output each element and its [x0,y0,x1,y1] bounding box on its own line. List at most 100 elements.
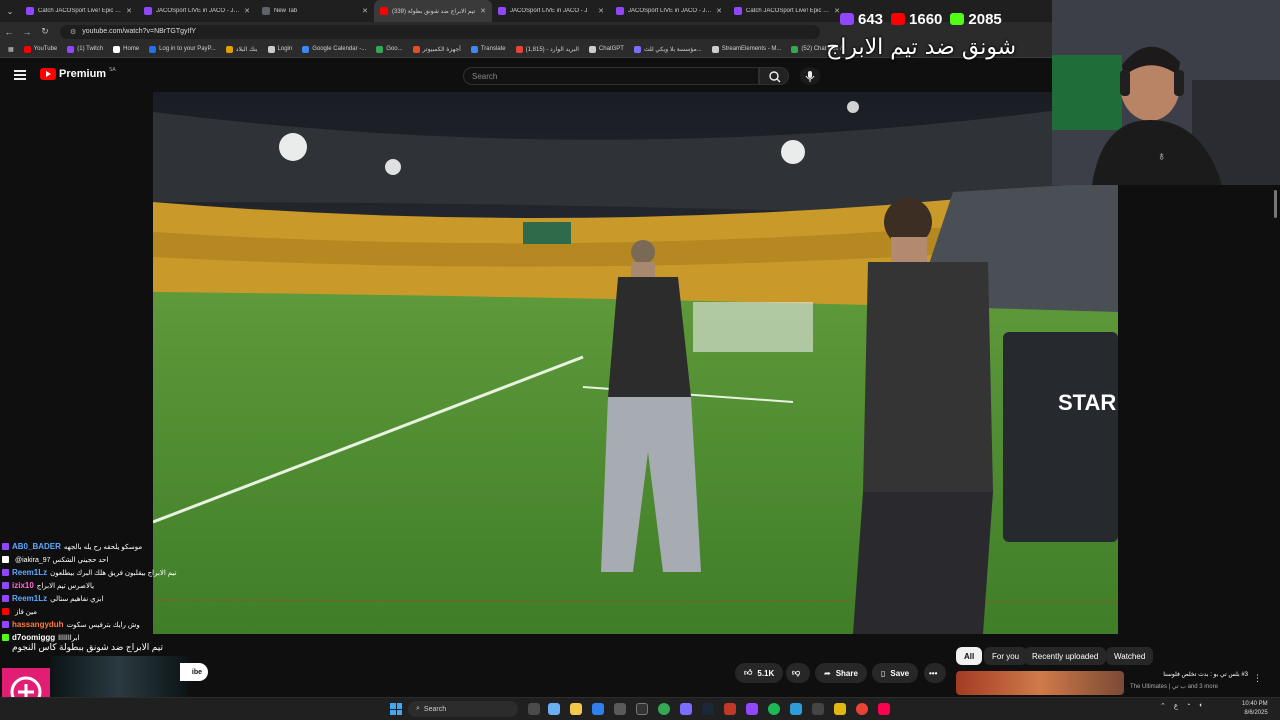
browser-tab[interactable]: New Tab ✕ [256,0,374,22]
bookmark-item[interactable]: Log in to your PayP... [145,45,220,53]
browser-tab[interactable]: Catch JACOSport Live! Epic Sp ✕ [20,0,138,22]
browser-tab[interactable]: (339) تيم الابراج ضد شونق بطولة ✕ [374,0,492,22]
bookmark-item[interactable]: (1,815) - البريد الوارد [512,45,583,53]
search-button[interactable] [759,67,789,85]
app-icon-7[interactable] [856,703,868,715]
tab-close-icon[interactable]: ✕ [716,7,722,15]
bookmark-item[interactable]: Translate [467,45,510,53]
tab-favicon-icon [26,7,34,15]
chat-message: hassangyduh وش رايك بترفيس سكوت [2,618,226,631]
bookmark-item[interactable]: (1) Twitch [63,45,107,53]
edge-icon[interactable] [592,703,604,715]
tab-close-icon[interactable]: ✕ [480,7,486,15]
menu-icon[interactable] [14,70,26,80]
tray-chevron-icon[interactable]: ⌃ [1160,702,1166,710]
steam-icon[interactable] [702,703,714,715]
chip-all[interactable]: All [956,647,983,665]
chat-username[interactable]: d7oomiggg [12,633,55,642]
tab-close-icon[interactable]: ✕ [126,7,132,15]
twitch-app-icon[interactable] [746,703,758,715]
chip-watched[interactable]: Watched [1106,647,1154,665]
share-button[interactable]: ➦ Share [815,663,867,683]
video-player[interactable]: STAR [153,92,1118,634]
save-button[interactable]: ▯ Save [872,663,918,683]
chat-username[interactable]: AB0_BADER [12,542,61,551]
chat-username[interactable]: Reem1Lz [12,568,47,577]
tab-favicon-icon [616,7,624,15]
youtube-logo[interactable]: Premium SA [40,67,116,80]
twitch-icon [840,13,854,25]
bookmark-item[interactable]: أجهزة الكمبيوتر [409,45,465,53]
app-icon-3[interactable] [724,703,736,715]
chip-recently-uploaded[interactable]: Recently uploaded [1024,647,1107,665]
bookmark-item[interactable]: ChatGPT [585,45,628,53]
browser-tab[interactable]: Catch JACOSport Live! Epic Sp ✕ [728,0,846,22]
bookmark-favicon-icon [267,45,275,53]
chat-username[interactable]: Reem1Lz [12,594,47,603]
spotify-icon[interactable] [768,703,780,715]
chip-for-you[interactable]: For you [984,647,1028,665]
app-icon-4[interactable] [790,703,802,715]
reload-icon[interactable]: ↻ [36,26,54,37]
youtube-icon [891,13,906,25]
bookmark-item[interactable]: مؤسسة بلا ويكي للث... [630,45,706,53]
taskbar-search-icon: ⌕ [416,705,420,712]
thumbs-up-icon: 👍︎ [744,668,753,677]
tab-list: Catch JACOSport Live! Epic Sp ✕ JACOSport … [20,0,846,22]
clock-date: 8/6/2025 [1244,710,1268,716]
network-icon[interactable]: ◔ [1186,702,1190,710]
bookmark-item[interactable]: Login [264,45,297,53]
taskbar-clock[interactable]: 10:40 PM 8/6/2025 [1242,700,1268,718]
share-label: Share [835,668,858,678]
chat-username[interactable]: izix10 [12,581,34,590]
like-button[interactable]: 👍︎ 5.1K [735,663,783,683]
bookmark-item[interactable]: Google Calendar -... [298,45,370,53]
volume-icon[interactable]: ◖ [1198,702,1202,710]
apps-icon[interactable]: ▦ [4,46,18,53]
system-tray[interactable]: ⌃ ع ◔ ◖ [1160,702,1203,710]
tab-close-icon[interactable]: ✕ [598,7,604,15]
bookmark-item[interactable]: Home [109,45,143,53]
more-actions-button[interactable]: ••• [924,663,946,683]
url-field[interactable]: ⚙ youtube.com/watch?v=NBrTGTgyIfY [60,24,820,39]
task-view-icon[interactable] [528,703,540,715]
recommended-video-title[interactable]: #3 بلس تي بو : بدت تخلص فلوسنا [1130,671,1248,678]
tab-favicon-icon [498,7,506,15]
bookmark-item[interactable]: YouTube [20,45,62,53]
discord-icon[interactable] [680,703,692,715]
bookmark-item[interactable]: Goo... [372,45,406,53]
subscribe-button[interactable]: ibe [180,663,208,681]
browser-tab[interactable]: JACOSport LIVE in JACO - JACO ✕ [610,0,728,22]
file-explorer-icon[interactable] [570,703,582,715]
stream-bottom-title: تيم الابراج ضد شونق ببطولة كاس النجوم [12,642,164,652]
site-info-icon[interactable]: ⚙ [70,28,76,36]
tab-close-icon[interactable]: ✕ [244,7,250,15]
recommended-video-thumbnail[interactable] [956,671,1124,695]
back-icon[interactable]: ← [0,27,18,37]
bookmark-item[interactable]: بنك البلاد [222,45,262,53]
taskbar-search[interactable]: ⌕ Search [408,701,518,717]
tray-lang[interactable]: ع [1174,702,1178,710]
page-scrollbar[interactable] [1274,190,1277,218]
tab-search-icon[interactable]: ⌄ [0,0,20,22]
browser-tab[interactable]: JACOSport LIVE in JACO - J ✕ [492,0,610,22]
dislike-button[interactable]: 👎︎ [786,663,810,683]
start-icon[interactable] [390,703,402,715]
tab-close-icon[interactable]: ✕ [362,7,368,15]
recommendation-menu-icon[interactable]: ⋮ [1253,673,1262,684]
bookmark-favicon-icon [588,45,596,53]
app-icon-5[interactable] [812,703,824,715]
browser-tab[interactable]: JACOSport LIVE in JACO - JACO ✕ [138,0,256,22]
tab-title: JACOSport LIVE in JACO - J [510,8,588,14]
app-icon-6[interactable] [834,703,846,715]
app-icon-1[interactable] [614,703,626,715]
search-input[interactable]: Search [463,67,759,85]
chrome-icon[interactable] [658,703,670,715]
tiktok-icon[interactable] [878,703,890,715]
chat-username[interactable]: hassangyduh [12,620,64,629]
bookmark-item[interactable]: StreamElements - M... [708,45,786,53]
widgets-icon[interactable] [548,703,560,715]
app-icon-2[interactable] [636,703,648,715]
voice-search-button[interactable] [800,67,820,85]
forward-icon[interactable]: → [18,27,36,37]
